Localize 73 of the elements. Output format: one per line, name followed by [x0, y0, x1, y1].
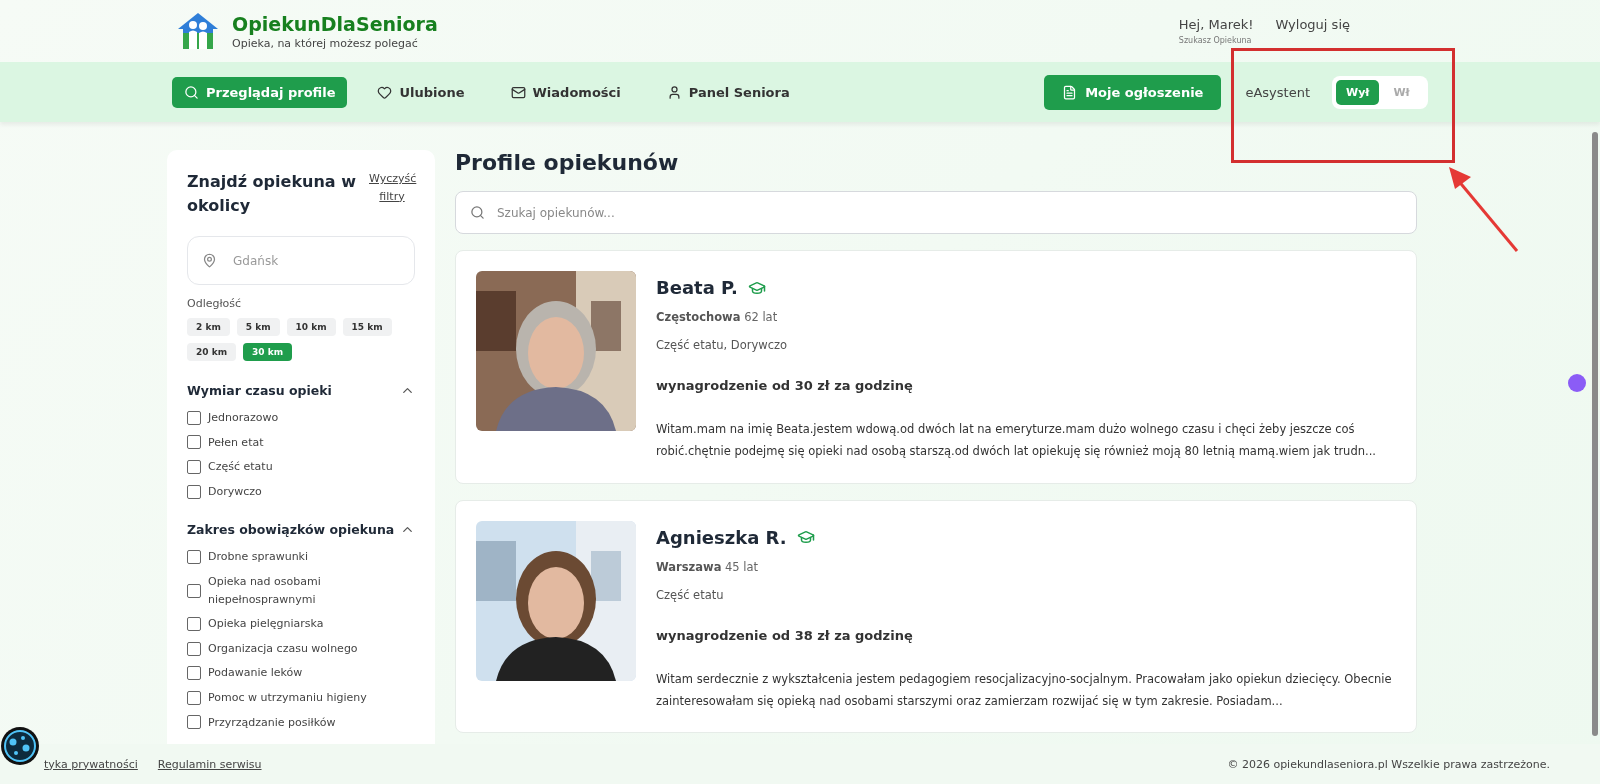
- greeting: Hej, Marek!: [1178, 17, 1254, 32]
- heart-icon: [377, 84, 393, 100]
- clear-filters-link[interactable]: Wyczyść filtry: [369, 170, 415, 206]
- option-label: Jednorazowo: [208, 410, 279, 426]
- checkbox[interactable]: [187, 641, 201, 656]
- search-icon: [184, 84, 199, 100]
- distance-chip[interactable]: 10 km: [286, 318, 336, 336]
- profile-name[interactable]: Beata P.: [656, 277, 738, 298]
- distance-label: Odległość: [187, 297, 243, 310]
- mail-icon: [510, 84, 526, 100]
- checkbox[interactable]: [187, 583, 201, 598]
- location-input[interactable]: Gdańsk: [231, 237, 400, 284]
- profile-schedule: Część etatu, Dorywczo: [656, 338, 789, 352]
- option-label: Część etatu: [208, 459, 273, 476]
- option-label: Pomoc w utrzymaniu higieny: [208, 689, 367, 706]
- option-label: Pełen etat: [208, 434, 264, 451]
- toggle-option[interactable]: Wył: [1336, 79, 1380, 105]
- distance-chip[interactable]: 5 km: [236, 318, 280, 336]
- profile-card[interactable]: [455, 250, 1417, 484]
- person-icon: [666, 84, 682, 100]
- option-label: Opieka pielęgniarska: [208, 616, 324, 633]
- logo-icon: [176, 11, 220, 51]
- tagline: Opieka, na której możesz polegać: [232, 36, 419, 50]
- logout-link[interactable]: Wyloguj się: [1275, 17, 1350, 32]
- profile-salary: wynagrodzenie od 38 zł za godzinę: [656, 627, 914, 643]
- profile-schedule: Część etatu: [656, 587, 725, 602]
- option-label: Przyrządzanie posiłków: [208, 714, 336, 731]
- footer-link[interactable]: Regulamin serwisu: [157, 757, 262, 771]
- profile-description: Witam serdecznie z wykształcenia jestem pedagogiem resocjalizacyjno-socjalnym. Pracowałam jako opiekun dziecięcy. Obecnie zainteresowałam się opieką nad osobami starszymi oraz zamierzam rozwijać się w tym zakresie. Posiadam...: [656, 670, 1393, 710]
- option-label: Organizacja czasu wolnego: [208, 640, 358, 657]
- option-label: Dorywczo: [208, 483, 262, 500]
- checkbox[interactable]: [187, 460, 201, 474]
- profile-meta: Warszawa 45 lat: [656, 559, 760, 574]
- option-label: Drobne sprawunki: [208, 549, 309, 566]
- document-icon: [1062, 84, 1078, 100]
- widget-icon[interactable]: [0, 726, 40, 766]
- option-label: Opieka nad osobami niepełnosprawnymi: [208, 573, 322, 608]
- checkbox[interactable]: [187, 435, 201, 450]
- distance-chip[interactable]: 15 km: [342, 318, 392, 336]
- user-role: Szukasz Opiekuna: [1178, 36, 1252, 45]
- section-header[interactable]: Zakres obowiązków opiekuna: [187, 522, 415, 538]
- checkbox[interactable]: [187, 550, 201, 565]
- nav-tab[interactable]: Wiadomości: [498, 76, 633, 108]
- nav-tab[interactable]: Panel Seniora: [654, 76, 802, 108]
- assistant-label: eAsystent: [1245, 84, 1310, 100]
- search-icon: [470, 205, 485, 220]
- checkbox[interactable]: [187, 616, 201, 631]
- checkbox[interactable]: [187, 690, 201, 705]
- nav-tab[interactable]: Przeglądaj profile: [172, 76, 348, 108]
- option-label: Podawanie leków: [208, 665, 303, 682]
- my-listing-button[interactable]: Moje ogłoszenie: [1044, 74, 1222, 110]
- logo-title[interactable]: OpiekunDlaSeniora: [232, 12, 438, 35]
- section-header[interactable]: Wymiar czasu opieki: [187, 383, 415, 398]
- widget-dot-icon[interactable]: [1568, 374, 1586, 392]
- profile-description: Witam.mam na imię Beata.jestem wdową.od dwóch lat na emeryturze.mam dużo wolnego czasu i chęci żeby jeszcze coś robić.chętnie podejmę się opieki nad osobą starszą.od dwóch lat opiekuję się również moją 80 letnią mamą.wiem jak trudn...: [656, 421, 1377, 460]
- distance-chip[interactable]: 2 km: [187, 318, 230, 336]
- distance-chip[interactable]: 30 km: [243, 343, 293, 361]
- copyright: © 2026 opiekundlaseniora.pl Wszelkie prawa zastrzeżone.: [1227, 757, 1550, 771]
- checkbox[interactable]: [187, 666, 201, 681]
- profile-name[interactable]: Agnieszka R.: [656, 526, 787, 548]
- page-title: Profile opiekunów: [455, 150, 680, 175]
- profile-salary: wynagrodzenie od 30 zł za godzinę: [656, 378, 914, 393]
- filter-title: Znajdź opiekuna w okolicy: [187, 171, 357, 217]
- nav-tab[interactable]: Ulubione: [365, 76, 477, 108]
- pin-icon: [202, 253, 217, 268]
- distance-chip[interactable]: 20 km: [187, 343, 237, 361]
- checkbox[interactable]: [187, 484, 201, 499]
- footer-link[interactable]: tyka prywatności: [44, 757, 138, 771]
- profile-meta: Częstochowa 62 lat: [656, 310, 779, 324]
- checkbox[interactable]: [187, 715, 201, 730]
- location-field[interactable]: Gdańsk: [187, 236, 415, 285]
- checkbox[interactable]: [187, 410, 201, 425]
- profile-card[interactable]: [455, 499, 1417, 734]
